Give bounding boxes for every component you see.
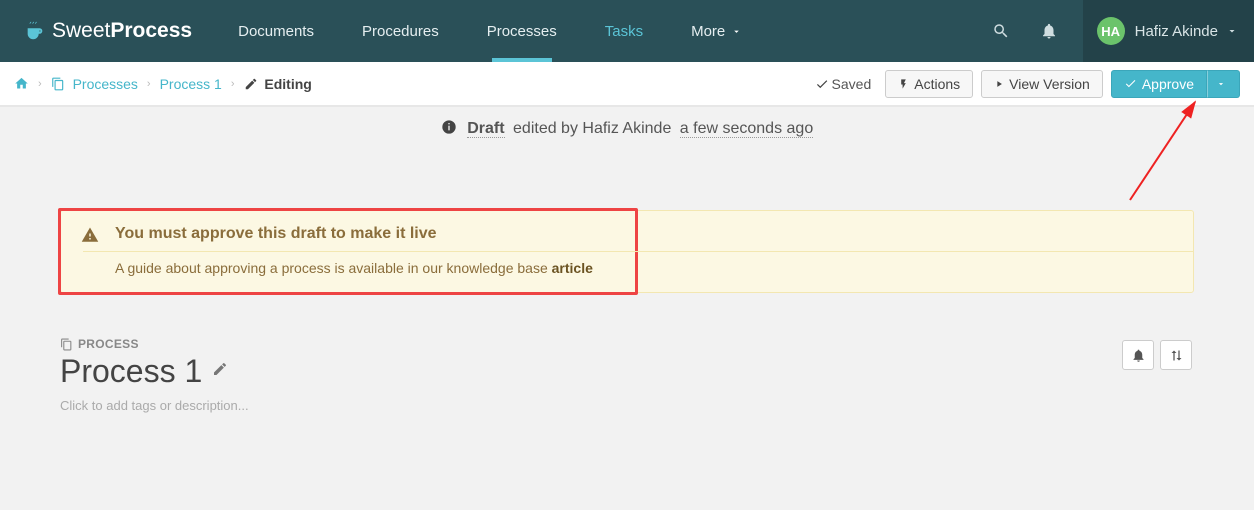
breadcrumb: › Processes › Process 1 › Editing: [14, 76, 312, 92]
draft-banner: Draft edited by Hafiz Akinde a few secon…: [0, 106, 1254, 152]
bolt-icon: [898, 77, 909, 91]
user-name: Hafiz Akinde: [1135, 23, 1218, 40]
pencil-icon: [212, 361, 228, 377]
breadcrumb-bar: › Processes › Process 1 › Editing Saved …: [0, 62, 1254, 106]
nav-tasks[interactable]: Tasks: [581, 0, 667, 62]
tags-description-input[interactable]: Click to add tags or description...: [60, 398, 1194, 413]
home-icon: [14, 76, 29, 91]
play-icon: [994, 78, 1004, 90]
alert-body-text: A guide about approving a process is ava…: [115, 260, 552, 276]
caret-down-icon: [1216, 79, 1226, 89]
check-icon: [815, 77, 829, 91]
copy-icon: [60, 338, 73, 351]
alert-article-link[interactable]: article: [552, 260, 593, 276]
breadcrumb-processes[interactable]: Processes: [51, 76, 138, 92]
search-icon: [992, 22, 1010, 40]
nav-more[interactable]: More: [667, 0, 766, 62]
alert-title-text: You must approve this draft to make it l…: [115, 225, 437, 242]
content-area: You must approve this draft to make it l…: [0, 152, 1254, 510]
nav-right: HA Hafiz Akinde: [977, 0, 1254, 62]
approve-alert: You must approve this draft to make it l…: [60, 210, 1194, 293]
warning-icon: [81, 226, 99, 244]
top-nav: SweetProcess Documents Procedures Proces…: [0, 0, 1254, 62]
pencil-icon: [244, 77, 258, 91]
info-icon: [441, 119, 457, 135]
copy-icon: [51, 77, 65, 91]
draft-word: Draft: [467, 120, 504, 138]
draft-time: a few seconds ago: [680, 120, 813, 138]
breadcrumb-editing-label: Editing: [264, 76, 311, 92]
chevron-down-icon: [731, 26, 742, 37]
bell-icon: [1040, 22, 1058, 40]
process-title-row: Process 1: [60, 353, 1194, 390]
actions-label: Actions: [914, 76, 960, 92]
process-label: PROCESS: [60, 337, 1194, 351]
approve-label: Approve: [1142, 76, 1194, 92]
alert-body: A guide about approving a process is ava…: [115, 260, 1171, 276]
view-version-label: View Version: [1009, 76, 1090, 92]
process-title: Process 1: [60, 353, 202, 390]
breadcrumb-sep: ›: [147, 78, 151, 90]
saved-status: Saved: [815, 76, 872, 92]
process-label-text: PROCESS: [78, 337, 139, 351]
sort-button[interactable]: [1160, 340, 1192, 370]
breadcrumb-sep: ›: [231, 78, 235, 90]
nav-more-label: More: [691, 23, 725, 40]
approve-button[interactable]: Approve: [1111, 70, 1207, 98]
breadcrumb-home[interactable]: [14, 76, 29, 92]
approve-dropdown[interactable]: [1207, 70, 1240, 98]
brand-logo[interactable]: SweetProcess: [0, 19, 214, 43]
nav-links: Documents Procedures Processes Tasks Mor…: [214, 0, 766, 62]
nav-procedures[interactable]: Procedures: [338, 0, 463, 62]
brand-text-process: Process: [110, 19, 192, 43]
view-version-button[interactable]: View Version: [981, 70, 1103, 98]
user-menu[interactable]: HA Hafiz Akinde: [1083, 0, 1254, 62]
brand-text-sweet: Sweet: [52, 19, 110, 43]
edit-title-button[interactable]: [212, 361, 228, 382]
breadcrumb-sep: ›: [38, 78, 42, 90]
check-icon: [1124, 77, 1137, 90]
bell-icon: [1131, 348, 1146, 363]
nav-processes[interactable]: Processes: [463, 0, 581, 62]
avatar: HA: [1097, 17, 1125, 45]
chevron-down-icon: [1226, 25, 1238, 37]
side-actions: [1122, 340, 1192, 370]
notifications-button[interactable]: [1025, 0, 1073, 62]
nav-documents[interactable]: Documents: [214, 0, 338, 62]
alert-title: You must approve this draft to make it l…: [83, 225, 1193, 252]
breadcrumb-item[interactable]: Process 1: [160, 76, 222, 92]
actions-button[interactable]: Actions: [885, 70, 973, 98]
saved-label: Saved: [832, 76, 872, 92]
breadcrumb-editing: Editing: [244, 76, 312, 92]
toolbar: Saved Actions View Version Approve: [815, 70, 1240, 98]
cup-icon: [24, 20, 46, 42]
breadcrumb-processes-label: Processes: [73, 76, 138, 92]
sort-icon: [1169, 348, 1184, 363]
approve-button-group: Approve: [1111, 70, 1240, 98]
search-button[interactable]: [977, 0, 1025, 62]
draft-edited-by: edited by Hafiz Akinde: [513, 120, 671, 137]
notify-button[interactable]: [1122, 340, 1154, 370]
